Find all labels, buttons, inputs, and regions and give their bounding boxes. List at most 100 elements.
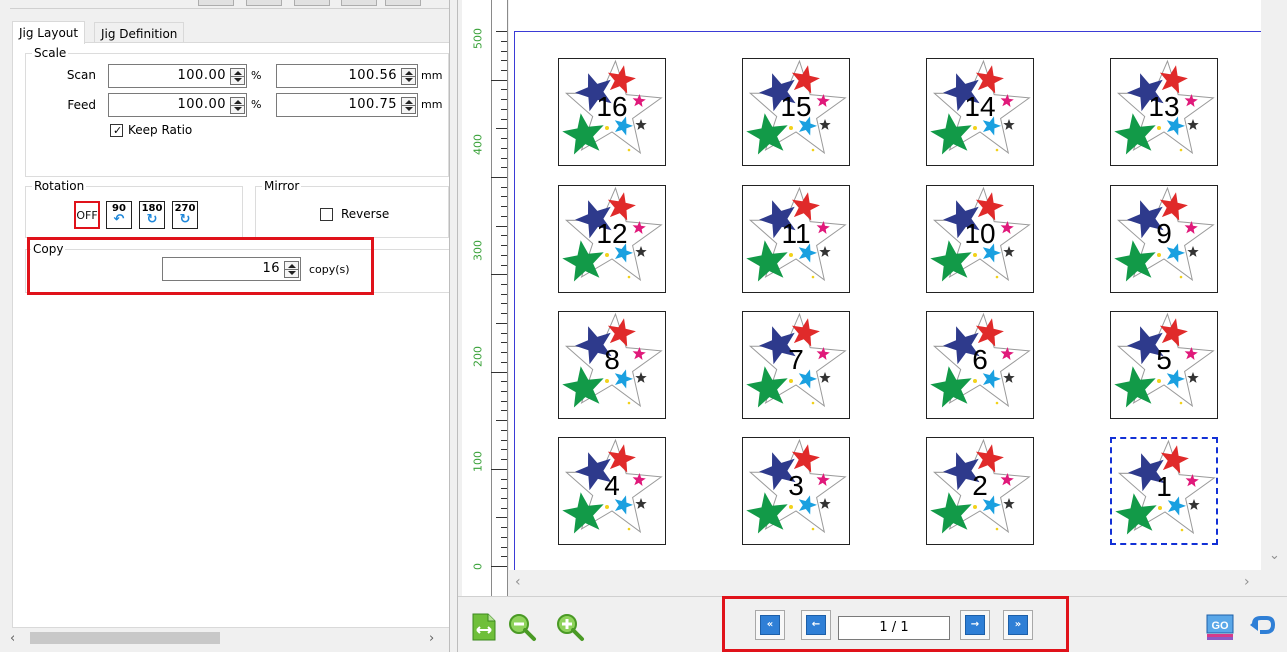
ruler-label: 400: [471, 134, 485, 155]
jig-cell[interactable]: 5: [1110, 311, 1218, 419]
ruler-tick: [491, 371, 507, 373]
jig-cell[interactable]: 11: [742, 185, 850, 293]
jig-cell[interactable]: 10: [926, 185, 1034, 293]
rotation-180-button[interactable]: 180 ↻: [139, 201, 165, 229]
jig-cell[interactable]: 2: [926, 437, 1034, 545]
reverse-label: Reverse: [341, 207, 390, 221]
ruler-label: 0: [471, 563, 485, 570]
tab-jig-definition[interactable]: Jig Definition: [94, 22, 185, 44]
scan-percent-value: 100.00: [177, 68, 226, 83]
ruler-tick: [496, 128, 507, 130]
ruler-tick: [501, 361, 507, 363]
cell-number: 13: [1148, 91, 1180, 122]
feed-mm-spin-arrows[interactable]: [401, 97, 416, 114]
mirror-group-title: Mirror: [262, 179, 302, 193]
reverse-checkbox[interactable]: [320, 208, 333, 221]
ruler-tick: [501, 342, 507, 344]
undo-button[interactable]: [1247, 612, 1276, 640]
jig-cell[interactable]: 12: [558, 185, 666, 293]
jig-cell[interactable]: 8: [558, 311, 666, 419]
ruler-tick: [501, 264, 507, 266]
ruler-tick: [501, 108, 507, 110]
ruler-tick: [501, 89, 507, 91]
rotation-off-button[interactable]: OFF: [74, 201, 100, 229]
rotation-270-button[interactable]: 270 ↻: [172, 201, 198, 229]
jig-cell[interactable]: 1: [1110, 437, 1218, 545]
rotate-half-icon: ↻: [146, 212, 158, 227]
left-panel-hscrollbar[interactable]: ‹ ›: [0, 628, 449, 652]
zoom-out-icon: [509, 614, 536, 641]
scroll-down-icon[interactable]: ⌄: [1269, 548, 1280, 563]
jig-cell[interactable]: 9: [1110, 185, 1218, 293]
ruler-tick: [501, 488, 507, 490]
ruler-tick: [501, 478, 507, 480]
jig-cell[interactable]: 3: [742, 437, 850, 545]
feed-percent-field[interactable]: 100.00: [108, 93, 247, 117]
pagination-highlight-box: [722, 596, 1069, 652]
scrollbar-thumb[interactable]: [30, 632, 220, 644]
cell-number: 5: [1156, 344, 1172, 375]
ruler-tick: [501, 527, 507, 529]
ruler-tick: [501, 400, 507, 402]
zoom-out-button[interactable]: [507, 612, 536, 641]
keep-ratio-label: Keep Ratio: [128, 123, 193, 137]
feed-mm-field[interactable]: 100.75: [276, 93, 418, 117]
cell-number: 10: [964, 218, 996, 249]
percent-unit: %: [251, 69, 262, 82]
ruler-tick: [501, 138, 507, 139]
ruler-tick: [501, 235, 507, 237]
jig-cell[interactable]: 13: [1110, 58, 1218, 166]
ruler-tick: [501, 449, 507, 451]
keep-ratio-checkbox[interactable]: ✓: [110, 124, 123, 137]
scan-mm-field[interactable]: 100.56: [276, 64, 418, 88]
canvas-hscrollbar[interactable]: ‹ ›: [509, 570, 1261, 596]
scroll-right-icon[interactable]: ›: [429, 631, 434, 646]
feed-percent-spin-arrows[interactable]: [230, 97, 245, 114]
rotation-group: Rotation: [25, 179, 243, 238]
mm-unit: mm: [421, 98, 443, 111]
ruler-tick: [491, 566, 507, 567]
ruler-tick: [491, 274, 507, 276]
rotation-90-button[interactable]: 90 ↶: [106, 201, 132, 229]
layout-canvas[interactable]: 16 15 14 13 12 11 10 9 8 7 6 5 4 3 2 1: [509, 0, 1265, 570]
fit-page-button[interactable]: [470, 612, 498, 641]
scroll-right-icon[interactable]: ›: [1244, 574, 1250, 590]
ruler-tick: [491, 79, 507, 81]
go-button[interactable]: GO: [1205, 612, 1234, 640]
toolbar-button[interactable]: [385, 0, 421, 6]
jig-cell[interactable]: 15: [742, 58, 850, 166]
scan-percent-field[interactable]: 100.00: [108, 64, 247, 88]
rotate-right-icon: ↻: [179, 212, 191, 227]
feed-mm-value: 100.75: [348, 97, 397, 112]
ruler-tick: [501, 60, 507, 62]
scroll-left-icon[interactable]: ‹: [515, 574, 521, 590]
panel-splitter[interactable]: [449, 0, 458, 652]
canvas-vscrollbar[interactable]: ⌄: [1261, 0, 1287, 570]
jig-cell[interactable]: 16: [558, 58, 666, 166]
scan-mm-value: 100.56: [348, 68, 397, 83]
ruler-tick: [501, 313, 507, 315]
zoom-in-button[interactable]: [555, 612, 584, 641]
jig-cell[interactable]: 4: [558, 437, 666, 545]
toolbar-button[interactable]: [246, 0, 282, 6]
cell-number: 8: [604, 344, 620, 375]
feed-label: Feed: [67, 98, 96, 112]
scroll-left-icon[interactable]: ‹: [10, 631, 15, 646]
ruler-tick: [501, 332, 507, 334]
copy-highlight-box: [27, 237, 374, 295]
jig-cell[interactable]: 6: [926, 311, 1034, 419]
ruler-tick: [501, 381, 507, 383]
jig-cell[interactable]: 7: [742, 311, 850, 419]
mm-unit: mm: [421, 69, 443, 82]
jig-cell[interactable]: 14: [926, 58, 1034, 166]
toolbar-button[interactable]: [294, 0, 330, 6]
scan-mm-spin-arrows[interactable]: [401, 68, 416, 85]
ruler-tick: [496, 225, 507, 227]
tab-jig-layout[interactable]: Jig Layout: [12, 21, 86, 44]
toolbar-button[interactable]: [341, 0, 377, 6]
ruler-tick: [501, 99, 507, 101]
scan-percent-spin-arrows[interactable]: [230, 68, 245, 85]
cell-number: 3: [788, 470, 804, 501]
ruler-tick: [501, 206, 507, 208]
toolbar-button[interactable]: [198, 0, 234, 6]
